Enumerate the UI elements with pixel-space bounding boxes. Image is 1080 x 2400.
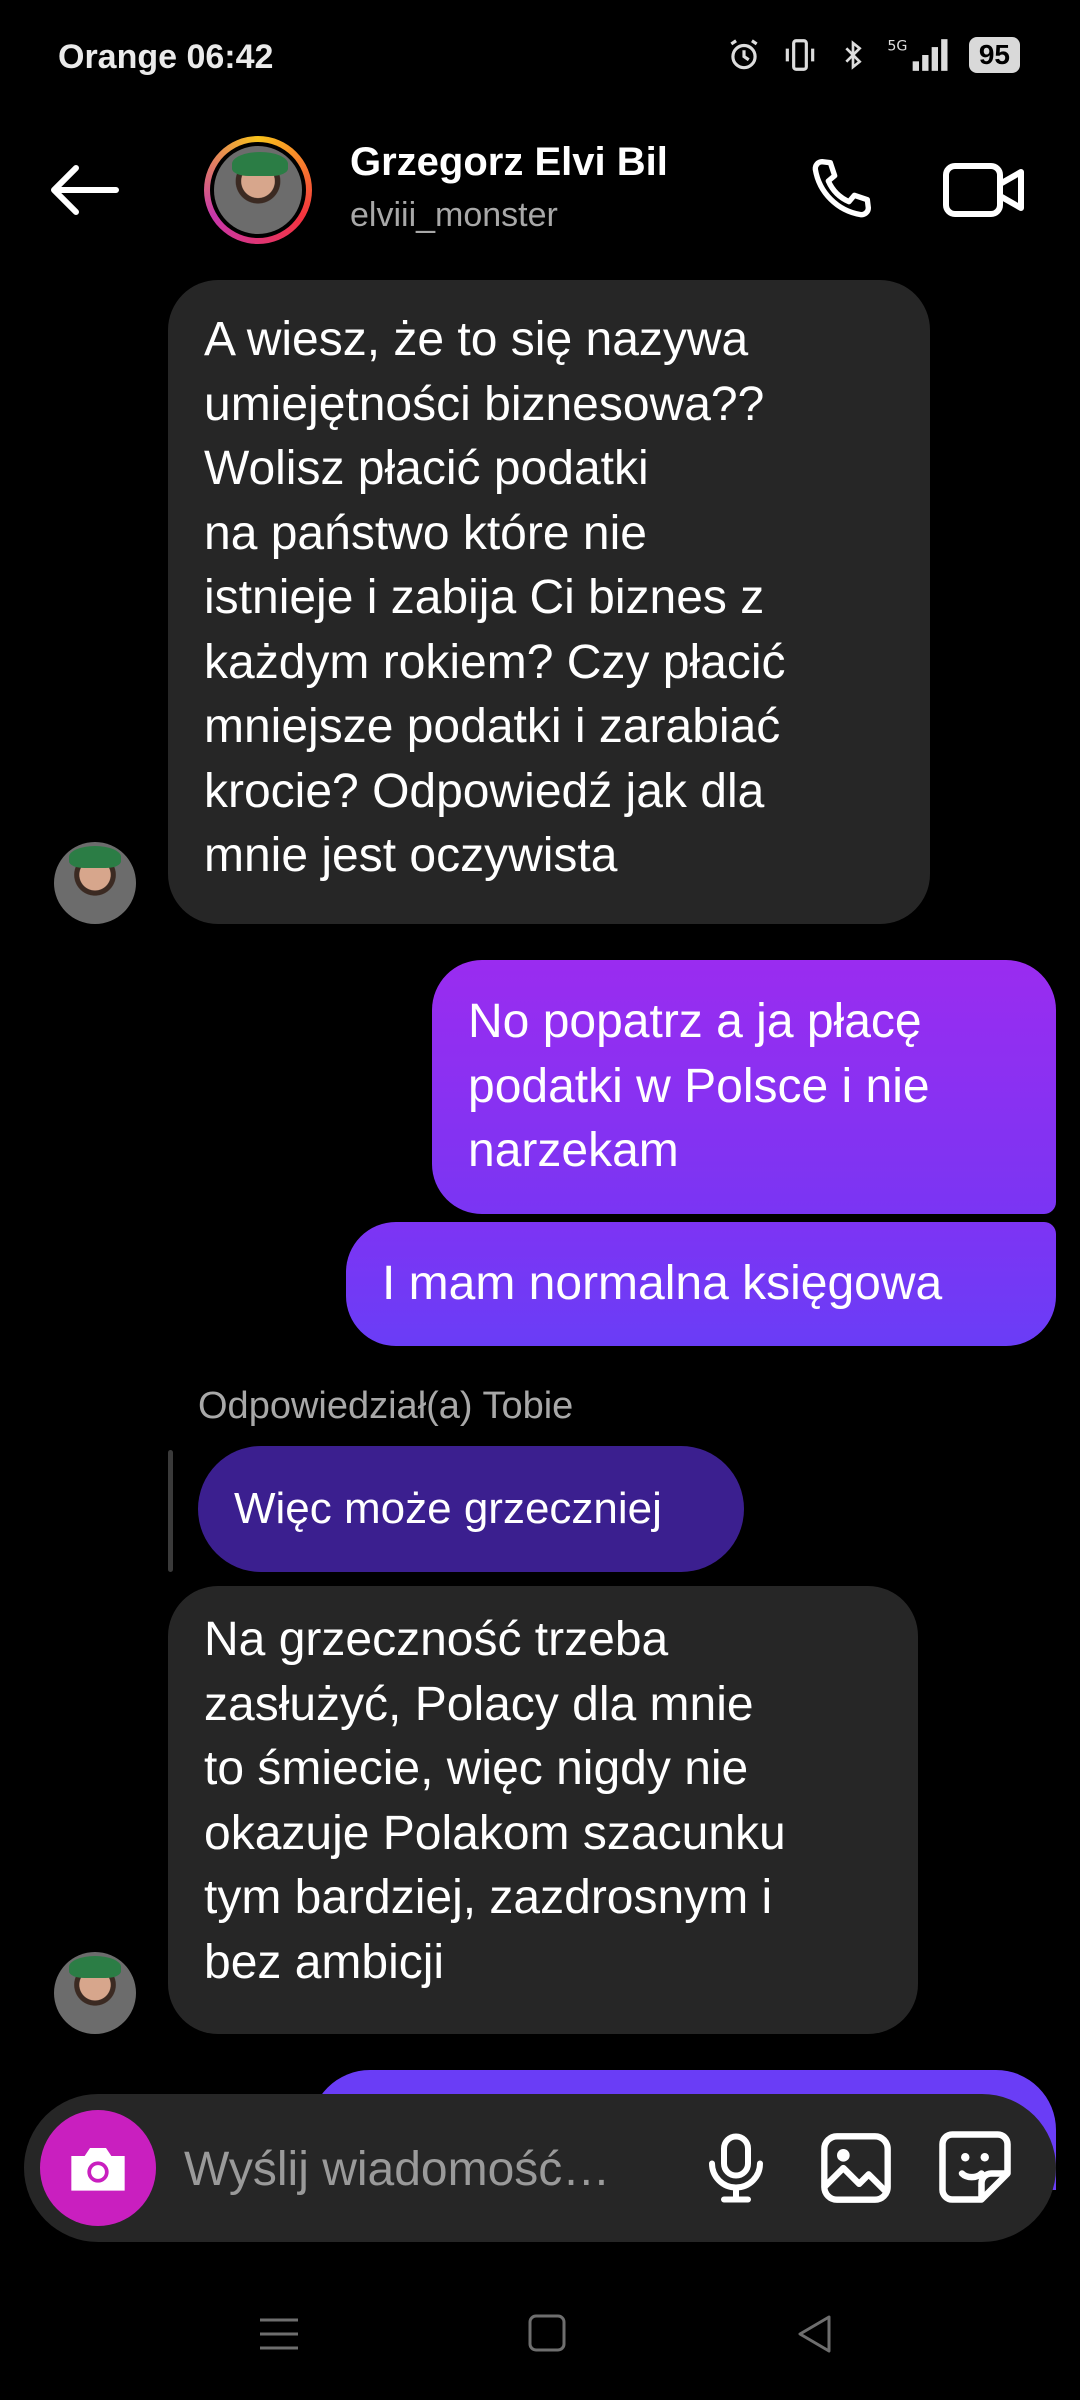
triangle-back-icon <box>798 2315 831 2353</box>
nav-recents-button[interactable] <box>258 2316 300 2352</box>
avatar-photo <box>214 146 302 234</box>
bluetooth-icon <box>845 40 862 70</box>
vibrate-icon <box>785 39 815 71</box>
back-button[interactable] <box>46 160 126 220</box>
message-input[interactable] <box>182 2138 666 2200</box>
camera-icon <box>71 2148 125 2191</box>
microphone-icon <box>709 2133 763 2203</box>
incoming-message[interactable]: A wiesz, że to się nazywa umiejętności b… <box>168 280 930 924</box>
outgoing-message[interactable]: I mam normalna księgowa <box>346 1222 1056 1346</box>
image-icon <box>821 2133 891 2203</box>
reply-indicator-line <box>168 1450 173 1572</box>
video-call-button[interactable] <box>940 150 1030 230</box>
nav-home-button[interactable] <box>528 2314 566 2352</box>
phone-icon <box>812 159 871 218</box>
5g-signal-icon: 5G <box>887 38 948 71</box>
sticker-icon <box>939 2131 1011 2203</box>
sender-avatar[interactable] <box>54 1952 136 2034</box>
square-icon <box>528 2314 566 2352</box>
call-button[interactable] <box>800 150 880 230</box>
battery-level: 95 <box>968 37 1020 73</box>
svg-text:5G: 5G <box>887 38 907 54</box>
alarm-icon <box>730 39 758 70</box>
gallery-button[interactable] <box>818 2130 894 2206</box>
sender-avatar[interactable] <box>54 842 136 924</box>
contact-name[interactable]: Grzegorz Elvi Bil <box>350 140 668 185</box>
nav-back-button[interactable] <box>796 2314 832 2354</box>
sticker-button[interactable] <box>936 2128 1014 2206</box>
quoted-message[interactable]: Więc może grzeczniej <box>198 1446 744 1572</box>
video-camera-icon <box>943 163 1024 217</box>
status-icons: 5G 95 <box>725 36 1020 74</box>
menu-lines-icon <box>260 2318 298 2350</box>
microphone-button[interactable] <box>700 2130 772 2206</box>
camera-button[interactable] <box>40 2110 156 2226</box>
status-carrier-time: Orange 06:42 <box>58 38 274 76</box>
contact-handle[interactable]: elviii_monster <box>350 196 558 235</box>
arrow-left-icon <box>51 165 119 215</box>
incoming-message[interactable]: Na grzeczność trzeba zasłużyć, Polacy dl… <box>168 1586 918 2034</box>
contact-avatar[interactable] <box>204 136 312 244</box>
reply-label: Odpowiedział(a) Tobie <box>198 1385 574 1427</box>
outgoing-message[interactable]: No popatrz a ja płacę podatki w Polsce i… <box>432 960 1056 1214</box>
